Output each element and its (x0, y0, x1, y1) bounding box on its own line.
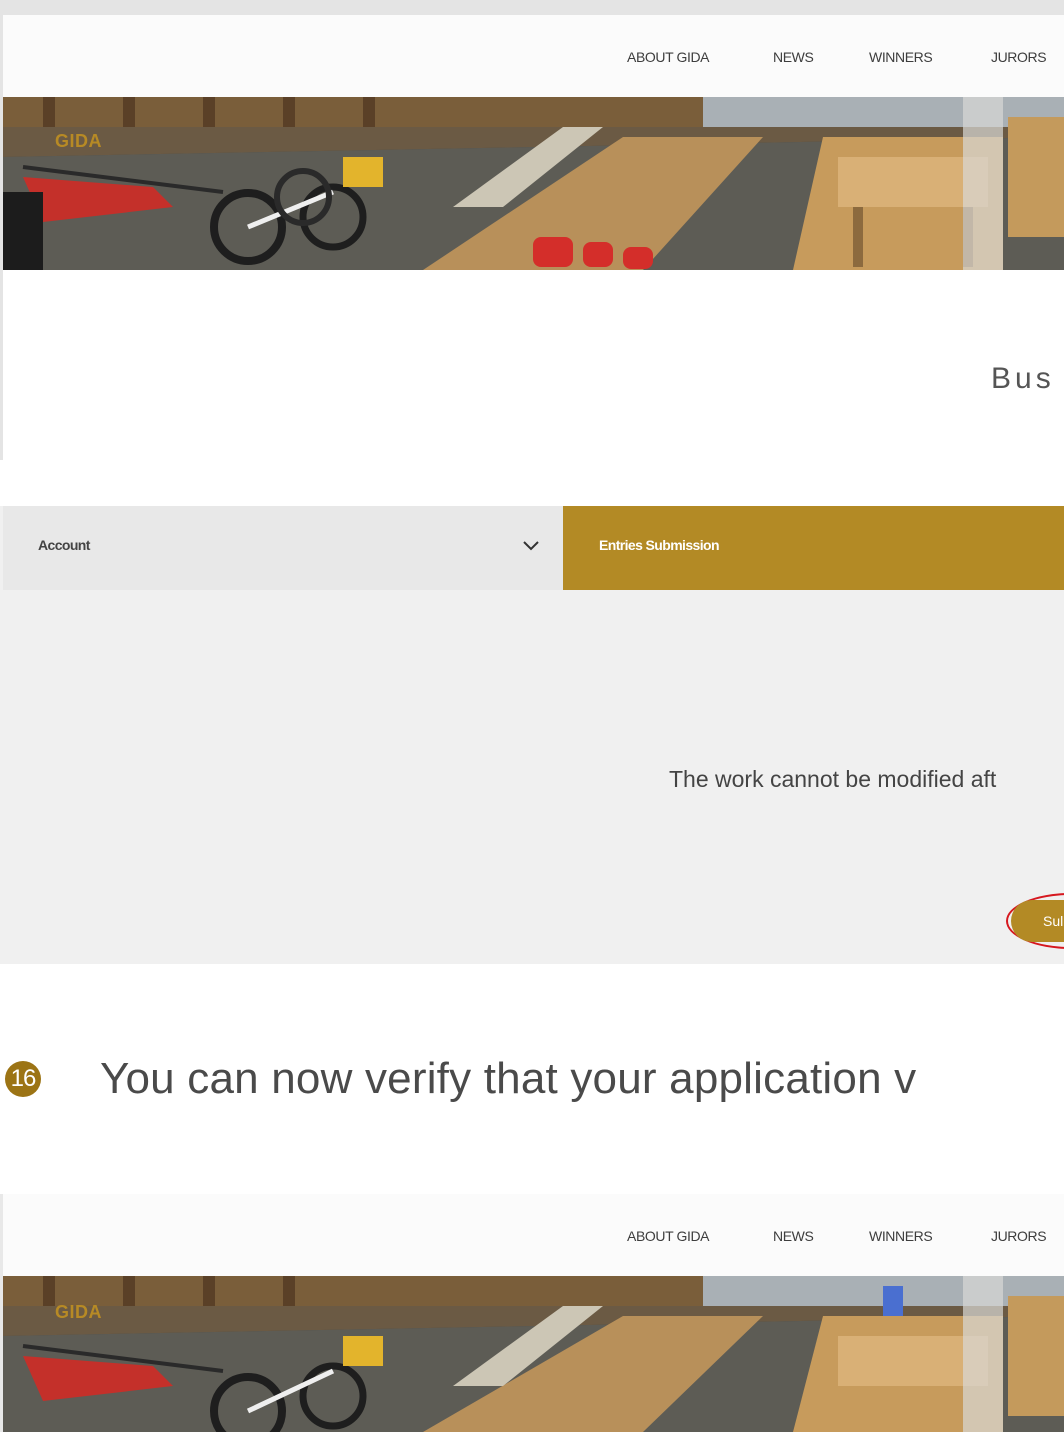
submission-panel: The work cannot be modified aft Sul (3, 590, 1064, 964)
step-caption: 16 You can now verify that your applicat… (0, 1054, 1064, 1118)
tab-account[interactable]: Account (3, 506, 563, 590)
top-navigation: ABOUT GIDA NEWS WINNERS JURORS (3, 15, 1064, 97)
nav-jurors[interactable]: JURORS (991, 49, 1047, 65)
step-instruction: You can now verify that your application… (100, 1054, 917, 1103)
submit-button[interactable]: Sul (1011, 900, 1064, 942)
chevron-down-icon[interactable] (522, 540, 540, 552)
gida-logo[interactable]: GIDA (55, 131, 102, 152)
nav-about-gida[interactable]: ABOUT GIDA (627, 49, 709, 65)
nav-winners[interactable]: WINNERS (869, 49, 933, 65)
nav-winners[interactable]: WINNERS (869, 1228, 933, 1244)
nav-news[interactable]: NEWS (773, 1228, 814, 1244)
exhibition-photo (3, 97, 1064, 270)
page-header-area: Bus (3, 270, 1064, 460)
top-navigation-2: ABOUT GIDA NEWS WINNERS JURORS (3, 1194, 1064, 1276)
tab-account-label: Account (38, 537, 90, 553)
screenshot-submit-page: ABOUT GIDA NEWS WINNERS JURORS GIDA Bus (0, 0, 1064, 460)
step-number-badge: 16 (5, 1061, 41, 1097)
gida-logo-2[interactable]: GIDA (55, 1302, 102, 1323)
hero-banner-image-2: GIDA (3, 1276, 1064, 1432)
tab-entries-label: Entries Submission (599, 537, 720, 553)
screenshot-verify-page: ABOUT GIDA NEWS WINNERS JURORS GIDA (0, 1194, 1064, 1432)
tab-entries-submission[interactable]: Entries Submission (563, 506, 1064, 590)
nav-jurors[interactable]: JURORS (991, 1228, 1047, 1244)
screenshot-entries-panel: Account Entries Submission The work cann… (0, 506, 1064, 964)
nav-news[interactable]: NEWS (773, 49, 814, 65)
hero-banner-image: GIDA (3, 97, 1064, 270)
nav-about-gida[interactable]: ABOUT GIDA (627, 1228, 709, 1244)
modification-notice: The work cannot be modified aft (669, 766, 997, 792)
page-heading: Bus (991, 362, 1055, 395)
exhibition-photo-2 (3, 1276, 1064, 1432)
